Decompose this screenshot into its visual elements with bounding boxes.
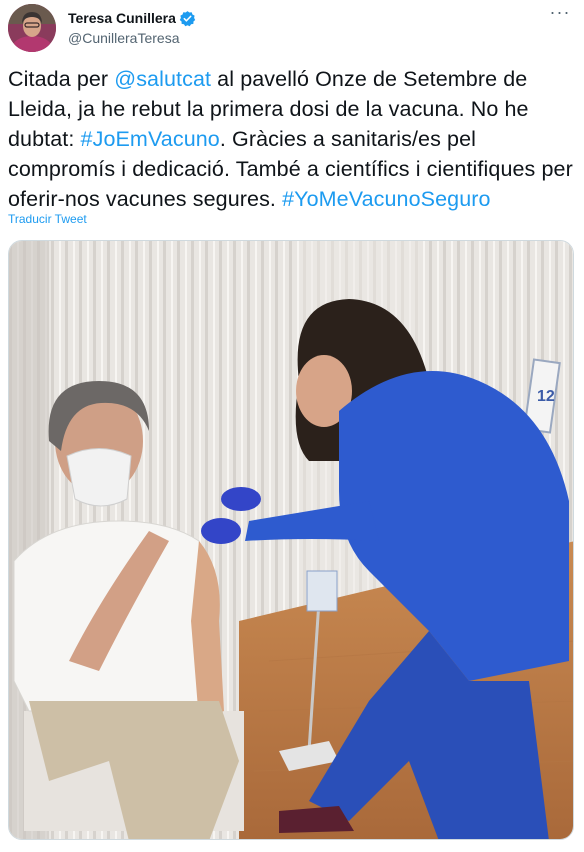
booth-number: 12 xyxy=(537,388,555,405)
hashtag-link[interactable]: #JoEmVacuno xyxy=(81,127,220,151)
translate-tweet-link[interactable]: Traducir Tweet xyxy=(8,212,87,226)
tweet-text: Citada per @salutcat al pavelló Onze de … xyxy=(8,64,574,214)
author-display-name[interactable]: Teresa Cunillera xyxy=(68,10,176,26)
tweet-header: Teresa Cunillera @CunilleraTeresa ··· xyxy=(8,3,576,52)
profile-photo-icon xyxy=(8,4,56,52)
author-handle[interactable]: @CunilleraTeresa xyxy=(68,30,196,46)
hashtag-link[interactable]: #YoMeVacunoSeguro xyxy=(282,187,491,211)
author-info: Teresa Cunillera @CunilleraTeresa xyxy=(68,8,196,46)
more-options-icon[interactable]: ··· xyxy=(548,3,572,26)
verified-badge-icon xyxy=(179,10,196,27)
tweet-photo[interactable]: 12 xyxy=(8,240,574,840)
vaccination-photo: 12 xyxy=(9,241,573,839)
mention-link[interactable]: @salutcat xyxy=(114,67,211,91)
author-avatar[interactable] xyxy=(8,4,56,52)
tweet-text-segment: Citada per xyxy=(8,67,115,91)
